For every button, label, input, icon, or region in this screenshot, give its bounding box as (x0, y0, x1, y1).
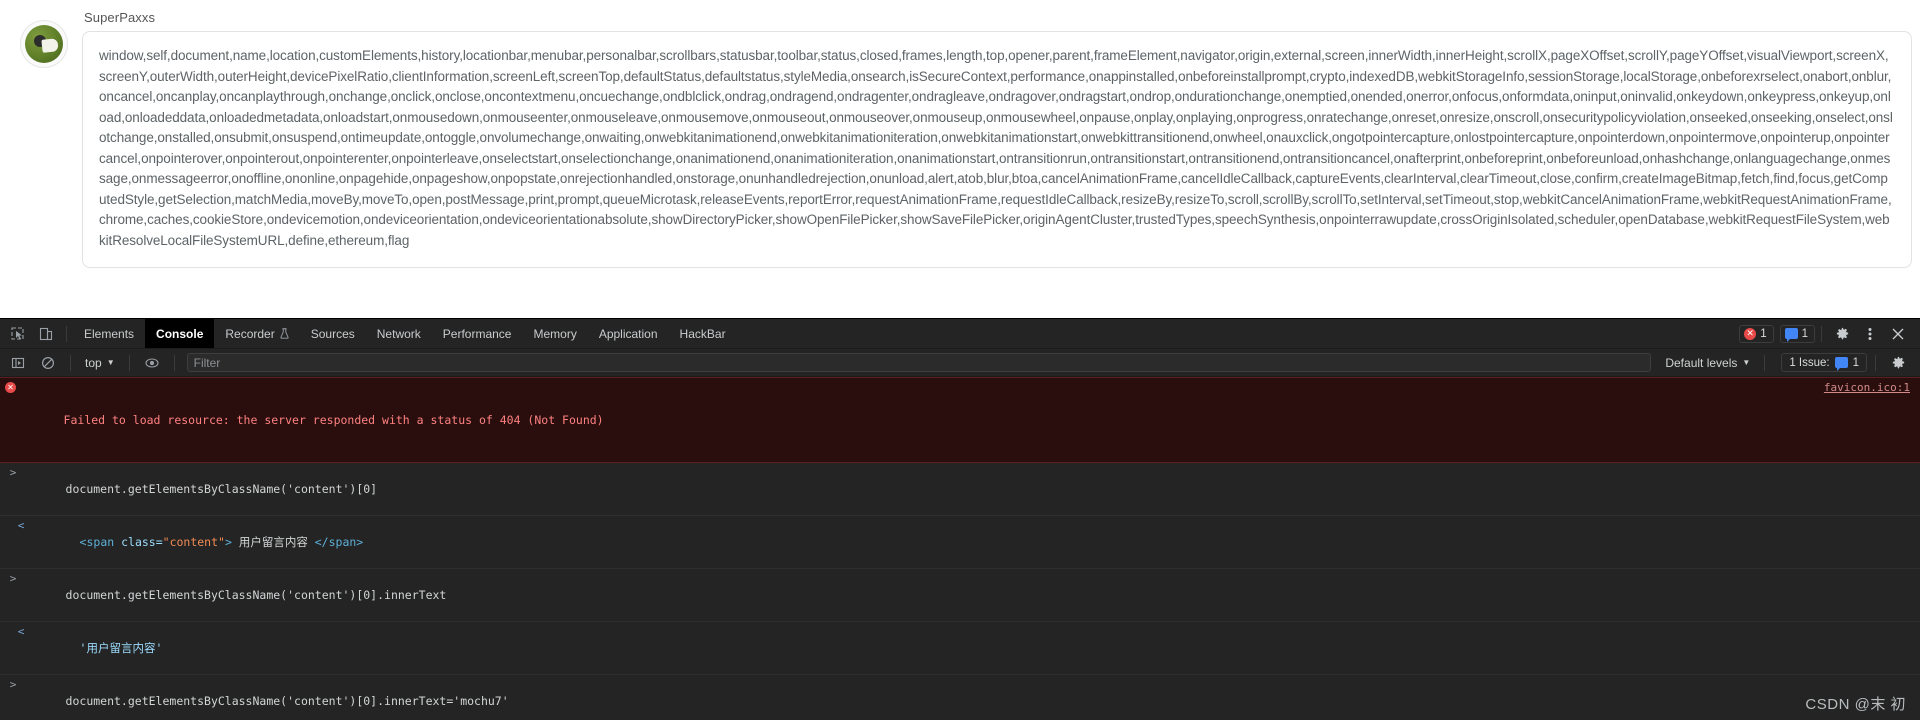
tab-network-label: Network (376, 326, 421, 341)
html-attr-value: "content" (162, 535, 225, 549)
tab-application-label: Application (598, 326, 658, 341)
gear-icon[interactable] (1829, 321, 1855, 347)
console-filter-bar: top ▼ Default levels ▼ 1 Issue: 1 (0, 349, 1920, 377)
console-error-message: Failed to load resource: the server resp… (63, 413, 604, 427)
avatar-image (25, 25, 63, 63)
devtools-tabbar: Elements Console Recorder Sources Networ… (0, 319, 1920, 349)
devtools-panel: Elements Console Recorder Sources Networ… (0, 318, 1920, 720)
chevron-down-icon: ▼ (106, 358, 115, 367)
console-error-row[interactable]: ✕ Failed to load resource: the server re… (0, 377, 1920, 463)
tab-performance[interactable]: Performance (432, 319, 523, 348)
error-count-label: 1 (1760, 327, 1767, 340)
tab-sources[interactable]: Sources (300, 319, 366, 348)
post-username: SuperPaxxs (84, 10, 156, 25)
console-input-row[interactable]: > document.getElementsByClassName('conten… (0, 463, 1920, 516)
tab-recorder-label: Recorder (225, 326, 275, 341)
tab-network[interactable]: Network (366, 319, 432, 348)
info-count-label: 1 (1801, 327, 1808, 340)
output-marker: < (17, 519, 25, 532)
tab-memory-label: Memory (533, 326, 577, 341)
filterbar-divider-2 (128, 354, 130, 371)
html-tag-open: <span (79, 535, 115, 549)
console-input-row[interactable]: > document.getElementsByClassName('conten… (0, 675, 1920, 720)
error-count-badge[interactable]: ✕ 1 (1739, 324, 1774, 343)
gear-icon[interactable] (1885, 350, 1911, 376)
tab-recorder[interactable]: Recorder (214, 319, 299, 348)
filterbar-divider-1 (70, 354, 71, 371)
error-icon: ✕ (5, 382, 16, 393)
message-icon (1784, 328, 1798, 342)
clear-console-icon[interactable] (35, 350, 61, 376)
tab-memory[interactable]: Memory (522, 319, 587, 348)
output-marker: < (17, 625, 25, 638)
html-tag-close: > (224, 535, 232, 549)
close-icon[interactable] (1885, 321, 1911, 347)
input-marker: > (9, 466, 17, 479)
console-context-label: top (85, 355, 102, 370)
console-error-source-link[interactable]: favicon.ico:1 (1824, 380, 1910, 396)
console-filter-input[interactable] (186, 353, 1652, 372)
filterbar-divider-4 (1764, 354, 1766, 371)
device-toolbar-icon[interactable] (33, 321, 59, 347)
console-input-text: document.getElementsByClassName('content… (65, 694, 509, 708)
console-output-text: '用户留言内容' (79, 641, 163, 655)
tab-hackbar-label: HackBar (679, 326, 726, 341)
console-output[interactable]: ✕ Failed to load resource: the server re… (0, 377, 1920, 720)
avatar[interactable] (20, 20, 68, 68)
html-attr-name: class= (114, 535, 163, 549)
info-count-badge[interactable]: 1 (1779, 324, 1815, 343)
tab-console[interactable]: Console (145, 319, 215, 348)
live-expression-icon[interactable] (139, 350, 165, 376)
error-icon: ✕ (1744, 327, 1757, 340)
issues-count: 1 (1852, 356, 1859, 369)
console-levels-label: Default levels (1665, 355, 1738, 370)
kebab-menu-icon[interactable] (1857, 321, 1883, 347)
html-inner-text: 用户留言内容 (231, 535, 315, 549)
filterbar-divider-3 (173, 354, 175, 371)
input-marker: > (9, 572, 17, 585)
console-input-text: document.getElementsByClassName('content… (65, 482, 378, 496)
filterbar-divider-5 (1875, 354, 1876, 371)
comment-content-text: window,self,document,name,location,custo… (99, 48, 1893, 248)
tab-console-label: Console (156, 326, 204, 341)
tab-elements[interactable]: Elements (73, 319, 145, 348)
tabbar-right-divider (1821, 325, 1822, 342)
console-input-text: document.getElementsByClassName('content… (65, 588, 447, 602)
console-sidebar-icon[interactable] (5, 350, 31, 376)
tab-sources-label: Sources (310, 326, 355, 341)
console-output-row[interactable]: < '用户留言内容' (0, 622, 1920, 675)
post-container: SuperPaxxs window,self,document,name,loc… (8, 8, 1912, 268)
tab-application[interactable]: Application (588, 319, 669, 348)
comment-content-card: window,self,document,name,location,custo… (82, 31, 1912, 268)
devtools-tabbar-right: ✕ 1 1 (1733, 319, 1920, 348)
web-page-area: SuperPaxxs window,self,document,name,loc… (0, 0, 1920, 318)
tab-hackbar[interactable]: HackBar (669, 319, 737, 348)
issues-badge[interactable]: 1 Issue: 1 (1781, 353, 1867, 372)
console-levels-selector[interactable]: Default levels ▼ (1659, 355, 1756, 371)
issues-label: 1 Issue: (1789, 356, 1830, 369)
html-tag-end: </span> (314, 535, 364, 549)
devtools-tabbar-left (0, 319, 73, 348)
post-body: SuperPaxxs window,self,document,name,loc… (82, 8, 1912, 268)
message-icon (1834, 357, 1848, 371)
chevron-down-icon: ▼ (1742, 358, 1751, 367)
tab-performance-label: Performance (442, 326, 512, 341)
console-output-row[interactable]: < <span class="content"> 用户留言内容 </span> (0, 516, 1920, 569)
watermark: CSDN @末 初 (1805, 696, 1906, 713)
toolbar-divider (66, 325, 67, 342)
beaker-icon (280, 328, 289, 339)
devtools-tabs: Elements Console Recorder Sources Networ… (73, 319, 737, 348)
console-input-row[interactable]: > document.getElementsByClassName('conten… (0, 569, 1920, 622)
console-context-selector[interactable]: top ▼ (79, 355, 121, 371)
inspect-element-icon[interactable] (5, 321, 31, 347)
input-marker: > (9, 678, 17, 691)
tab-elements-label: Elements (84, 326, 135, 341)
